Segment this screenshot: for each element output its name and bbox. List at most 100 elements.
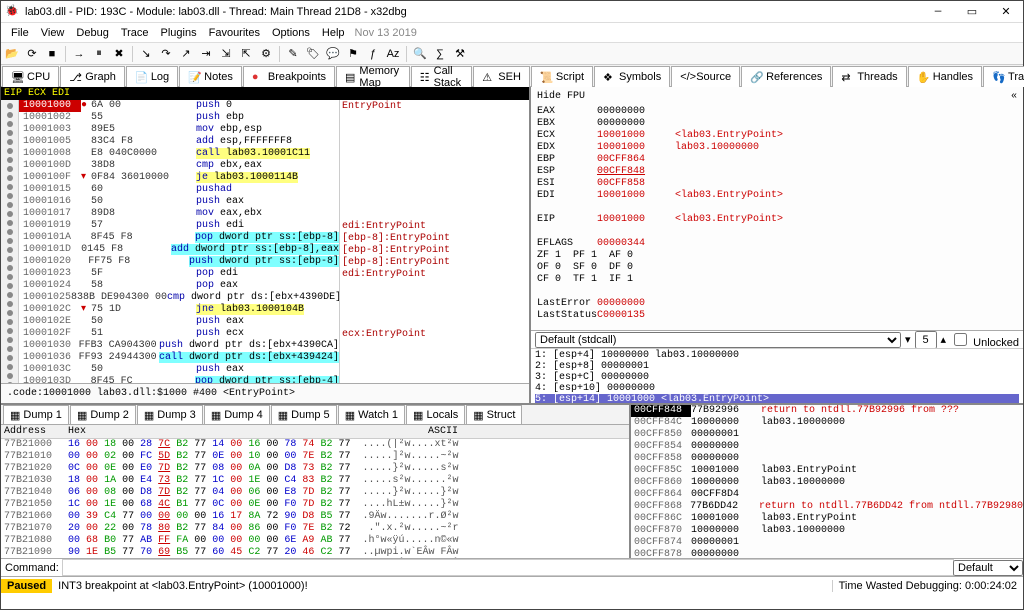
disasm-row[interactable]: 1000103D8F45 FCpop dword ptr ss:[ebp-4]: [19, 376, 339, 383]
reg-line[interactable]: [537, 322, 1017, 330]
stepper-up-icon[interactable]: ▴: [941, 333, 947, 346]
stack-row[interactable]: 00CFF84877B92996return to ntdll.77B92996…: [631, 405, 1023, 417]
disasm-row[interactable]: 1000101A8F45 F8pop dword ptr ss:[ebp-8]: [19, 232, 339, 244]
reg-line[interactable]: EDI 10001000 <lab03.EntryPoint>: [537, 190, 1017, 202]
disasm-row[interactable]: 1000100255push ebp: [19, 112, 339, 124]
hide-fpu-link[interactable]: Hide FPU: [537, 91, 585, 103]
disasm-row[interactable]: 1000100D38D8cmp ebx,eax: [19, 160, 339, 172]
reg-line[interactable]: EAX 00000000: [537, 106, 1017, 118]
run-to-icon[interactable]: ⇥: [197, 45, 215, 63]
dump-tab-locals[interactable]: ▦Locals: [406, 405, 465, 424]
reg-line[interactable]: [537, 286, 1017, 298]
dump-row[interactable]: 77B210200C 00 0E 00 E0 7D B2 77 08 00 0A…: [4, 463, 626, 475]
stack-row[interactable]: 00CFF85400000000: [631, 441, 1023, 453]
pause-icon[interactable]: ⏸: [90, 45, 108, 63]
tab-seh[interactable]: ⚠SEH: [473, 66, 530, 87]
dump-row[interactable]: 77B2103018 00 1A 00 E4 73 B2 77 1C 00 1E…: [4, 475, 626, 487]
disasm-row[interactable]: 1000101560pushad: [19, 184, 339, 196]
tab-memory-map[interactable]: ▤Memory Map: [336, 66, 410, 87]
tab-symbols[interactable]: ❖Symbols: [594, 66, 670, 87]
labels-icon[interactable]: 🏷: [304, 45, 322, 63]
dump-row[interactable]: 77B2101000 00 02 00 FC 5D B2 77 0E 00 10…: [4, 451, 626, 463]
stack-view[interactable]: 00CFF84877B92996return to ntdll.77B92996…: [631, 405, 1023, 558]
dump-tab-dump-3[interactable]: ▦Dump 3: [137, 405, 203, 424]
call-args-view[interactable]: 1: [esp+4] 10000000 lab03.100000002: [es…: [531, 348, 1023, 403]
dump-row[interactable]: 77B2109090 1E B5 77 70 69 B5 77 60 45 C2…: [4, 547, 626, 558]
calc-icon[interactable]: ∑: [431, 45, 449, 63]
registers-view[interactable]: Hide FPU « EAX 00000000EBX 00000000ECX 1…: [531, 87, 1023, 330]
stack-row[interactable]: 00CFF86877B6DD42return to ntdll.77B6DD42…: [631, 501, 1023, 513]
reg-line[interactable]: CF 0 TF 1 IF 1: [537, 274, 1017, 286]
dump-tab-watch-1[interactable]: ▦Watch 1: [338, 405, 405, 424]
run-icon[interactable]: →: [70, 45, 88, 63]
arg-line-selected[interactable]: 5: [esp+14] 10001000 <lab03.EntryPoint>: [535, 394, 1019, 403]
arg-line[interactable]: 4: [esp+10] 00000000: [535, 383, 1019, 394]
dump-row[interactable]: 77B2107020 00 22 00 78 80 B2 77 84 00 86…: [4, 523, 626, 535]
disasm-row[interactable]: 1000100F▾0F84 36010000je lab03.1000114B: [19, 172, 339, 184]
window-maximize-button[interactable]: ▭: [955, 1, 989, 23]
dump-tab-struct[interactable]: ▦Struct: [466, 405, 522, 424]
menu-view[interactable]: View: [35, 25, 71, 41]
stop-icon[interactable]: ■: [43, 45, 61, 63]
erase-icon[interactable]: ✎: [284, 45, 302, 63]
reg-line[interactable]: EBX 00000000: [537, 118, 1017, 130]
reg-line[interactable]: EFLAGS 00000344: [537, 238, 1017, 250]
menu-plugins[interactable]: Plugins: [155, 25, 203, 41]
unlocked-checkbox[interactable]: Unlocked: [950, 330, 1019, 349]
reg-line[interactable]: LastError 00000000: [537, 298, 1017, 310]
stack-row[interactable]: 00CFF87800000000: [631, 549, 1023, 558]
refresh-icon[interactable]: ⟳: [23, 45, 41, 63]
disasm-row[interactable]: 1000102458pop eax: [19, 280, 339, 292]
command-mode-select[interactable]: Default: [953, 560, 1023, 576]
disasm-row[interactable]: 1000101D0145 F8add dword ptr ss:[ebp-8],…: [19, 244, 339, 256]
disasm-row[interactable]: 1000100583C4 F8add esp,FFFFFFF8: [19, 136, 339, 148]
dump-row[interactable]: 77B2104006 00 08 00 D8 7D B2 77 04 00 06…: [4, 487, 626, 499]
trace-over-icon[interactable]: ⇱: [237, 45, 255, 63]
tools-icon[interactable]: ⚒: [451, 45, 469, 63]
arg-line[interactable]: 1: [esp+4] 10000000 lab03.10000000: [535, 350, 1019, 361]
comments-icon[interactable]: 💬: [324, 45, 342, 63]
stack-row[interactable]: 00CFF86400CFF8D4: [631, 489, 1023, 501]
close-x-icon[interactable]: ✖: [110, 45, 128, 63]
step-out-icon[interactable]: ↗: [177, 45, 195, 63]
disasm-row[interactable]: 10001000●6A 00push 0: [19, 100, 339, 112]
disasm-row[interactable]: 1000102F51push ecx: [19, 328, 339, 340]
arg-line[interactable]: 2: [esp+8] 00000001: [535, 361, 1019, 372]
reg-line[interactable]: OF 0 SF 0 DF 0: [537, 262, 1017, 274]
stack-row[interactable]: 00CFF84C10000000lab03.10000000: [631, 417, 1023, 429]
stepper-down-icon[interactable]: ▾: [905, 333, 911, 346]
hex-dump-view[interactable]: 77B2100016 00 18 00 28 7C B2 77 14 00 16…: [1, 439, 629, 558]
tab-breakpoints[interactable]: ●Breakpoints: [243, 66, 335, 87]
menu-favourites[interactable]: Favourites: [203, 25, 266, 41]
tab-references[interactable]: 🔗References: [741, 66, 831, 87]
disasm-gutter[interactable]: [1, 100, 19, 383]
reg-line[interactable]: ZF 1 PF 1 AF 0: [537, 250, 1017, 262]
step-over-icon[interactable]: ↷: [157, 45, 175, 63]
tab-call-stack[interactable]: ☷Call Stack: [411, 66, 473, 87]
disasm-row[interactable]: 1000102C▾75 1Djne lab03.1000104B: [19, 304, 339, 316]
reg-line[interactable]: [537, 202, 1017, 214]
reg-line[interactable]: [537, 226, 1017, 238]
dump-tab-dump-1[interactable]: ▦Dump 1: [3, 405, 69, 424]
menu-trace[interactable]: Trace: [115, 25, 155, 41]
settings-icon[interactable]: ⚙: [257, 45, 275, 63]
functions-icon[interactable]: ƒ: [364, 45, 382, 63]
tab-trace[interactable]: 👣Trace: [983, 66, 1024, 87]
tab-handles[interactable]: ✋Handles: [908, 66, 982, 87]
disasm-row[interactable]: 1000101650push eax: [19, 196, 339, 208]
dump-tab-dump-4[interactable]: ▦Dump 4: [204, 405, 270, 424]
tab-script[interactable]: 📜Script: [531, 66, 593, 87]
stack-row[interactable]: 00CFF85800000000: [631, 453, 1023, 465]
tab-log[interactable]: 📄Log: [126, 66, 178, 87]
dump-row[interactable]: 77B2108000 68 B0 77 AB FF FA 00 00 00 00…: [4, 535, 626, 547]
reg-line[interactable]: EBP 00CFF864: [537, 154, 1017, 166]
stack-row[interactable]: 00CFF86C10001000lab03.EntryPoint: [631, 513, 1023, 525]
reg-line[interactable]: ECX 10001000 <lab03.EntryPoint>: [537, 130, 1017, 142]
tab-graph[interactable]: ⎇Graph: [60, 66, 125, 87]
dump-row[interactable]: 77B2100016 00 18 00 28 7C B2 77 14 00 16…: [4, 439, 626, 451]
arg-count-input[interactable]: [915, 331, 937, 349]
disasm-row[interactable]: 10001020FF75 F8push dword ptr ss:[ebp-8]: [19, 256, 339, 268]
calling-convention-select[interactable]: Default (stdcall): [535, 332, 901, 348]
dump-row[interactable]: 77B210501C 00 1E 00 68 4C B1 77 0C 00 0E…: [4, 499, 626, 511]
disasm-row[interactable]: 1000100389E5mov ebp,esp: [19, 124, 339, 136]
